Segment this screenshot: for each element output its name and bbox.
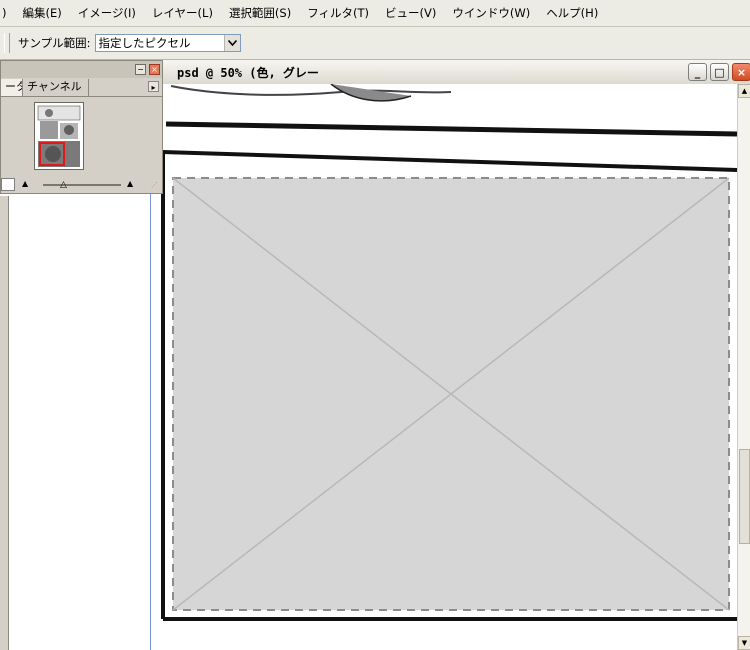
menu-edit[interactable]: 編集(E) bbox=[15, 0, 70, 26]
vertical-scrollbar[interactable]: ▲ ▼ bbox=[737, 84, 750, 650]
zoom-controls: ▲ △ ▲ ⋰ bbox=[1, 177, 162, 193]
arrow-down-icon[interactable]: ▼ bbox=[738, 636, 750, 650]
document-canvas[interactable] bbox=[151, 84, 737, 650]
chevron-down-icon[interactable] bbox=[223, 35, 240, 51]
zoom-out-icon[interactable]: ▲ bbox=[22, 179, 28, 188]
tab-channels[interactable]: チャンネル bbox=[23, 79, 89, 96]
document-window: psd @ 50% (色, グレー _ □ × ▲ ▼ bbox=[150, 60, 750, 650]
minimize-button[interactable]: _ bbox=[688, 63, 707, 81]
panel-tabs: ータ チャンネル ▸ bbox=[1, 78, 162, 97]
sample-size-label: サンプル範囲: bbox=[18, 36, 91, 50]
sample-size-value: 指定したピクセル bbox=[98, 36, 191, 50]
panel-menu-button[interactable]: ▸ bbox=[148, 81, 159, 92]
menu-layer[interactable]: レイヤー(L) bbox=[144, 0, 221, 26]
panel-close-button[interactable]: × bbox=[149, 64, 160, 75]
zoom-slider-knob[interactable]: △ bbox=[60, 181, 67, 190]
zoom-slider[interactable] bbox=[43, 184, 121, 186]
manga-artwork bbox=[151, 84, 737, 621]
side-panel-edge bbox=[0, 196, 9, 650]
document-title: psd @ 50% (色, グレー bbox=[177, 66, 319, 80]
sample-size-select[interactable]: 指定したピクセル bbox=[94, 34, 241, 52]
menu-image[interactable]: イメージ(I) bbox=[70, 0, 144, 26]
illustration bbox=[172, 177, 730, 611]
menu-help[interactable]: ヘルプ(H) bbox=[538, 0, 606, 26]
toolbar-grip[interactable] bbox=[4, 33, 10, 53]
view-area-indicator[interactable] bbox=[39, 142, 65, 166]
maximize-button[interactable]: □ bbox=[710, 63, 729, 81]
zoom-in-icon[interactable]: ▲ bbox=[127, 179, 133, 188]
panel-minimize-button[interactable]: − bbox=[135, 64, 146, 75]
panel-border-main bbox=[162, 150, 737, 172]
arrow-up-icon[interactable]: ▲ bbox=[738, 84, 750, 98]
navigator-caption[interactable]: − × bbox=[1, 61, 162, 78]
scrollbar-thumb[interactable] bbox=[739, 449, 750, 544]
options-bar: サンプル範囲: 指定したピクセル bbox=[0, 27, 750, 60]
menu-filter[interactable]: フィルタ(T) bbox=[299, 0, 377, 26]
top-panel bbox=[151, 84, 737, 124]
panel-border-top bbox=[165, 121, 737, 137]
menu-file-tail[interactable]: ) bbox=[0, 0, 15, 26]
menu-view[interactable]: ビュー(V) bbox=[377, 0, 444, 26]
document-titlebar[interactable]: psd @ 50% (色, グレー _ □ × bbox=[151, 60, 750, 85]
menu-bar: ) 編集(E) イメージ(I) レイヤー(L) 選択範囲(S) フィルタ(T) … bbox=[0, 0, 750, 27]
tab-navigator[interactable]: ータ bbox=[1, 79, 23, 96]
close-button[interactable]: × bbox=[732, 63, 750, 81]
zoom-input[interactable] bbox=[1, 178, 15, 191]
resize-grip-icon[interactable]: ⋰ bbox=[151, 181, 160, 190]
menu-select[interactable]: 選択範囲(S) bbox=[221, 0, 299, 26]
navigator-panel: − × ータ チャンネル ▸ ▲ △ ▲ ⋰ bbox=[0, 60, 163, 194]
navigator-thumbnail[interactable] bbox=[34, 102, 84, 170]
menu-window[interactable]: ウインドウ(W) bbox=[444, 0, 538, 26]
